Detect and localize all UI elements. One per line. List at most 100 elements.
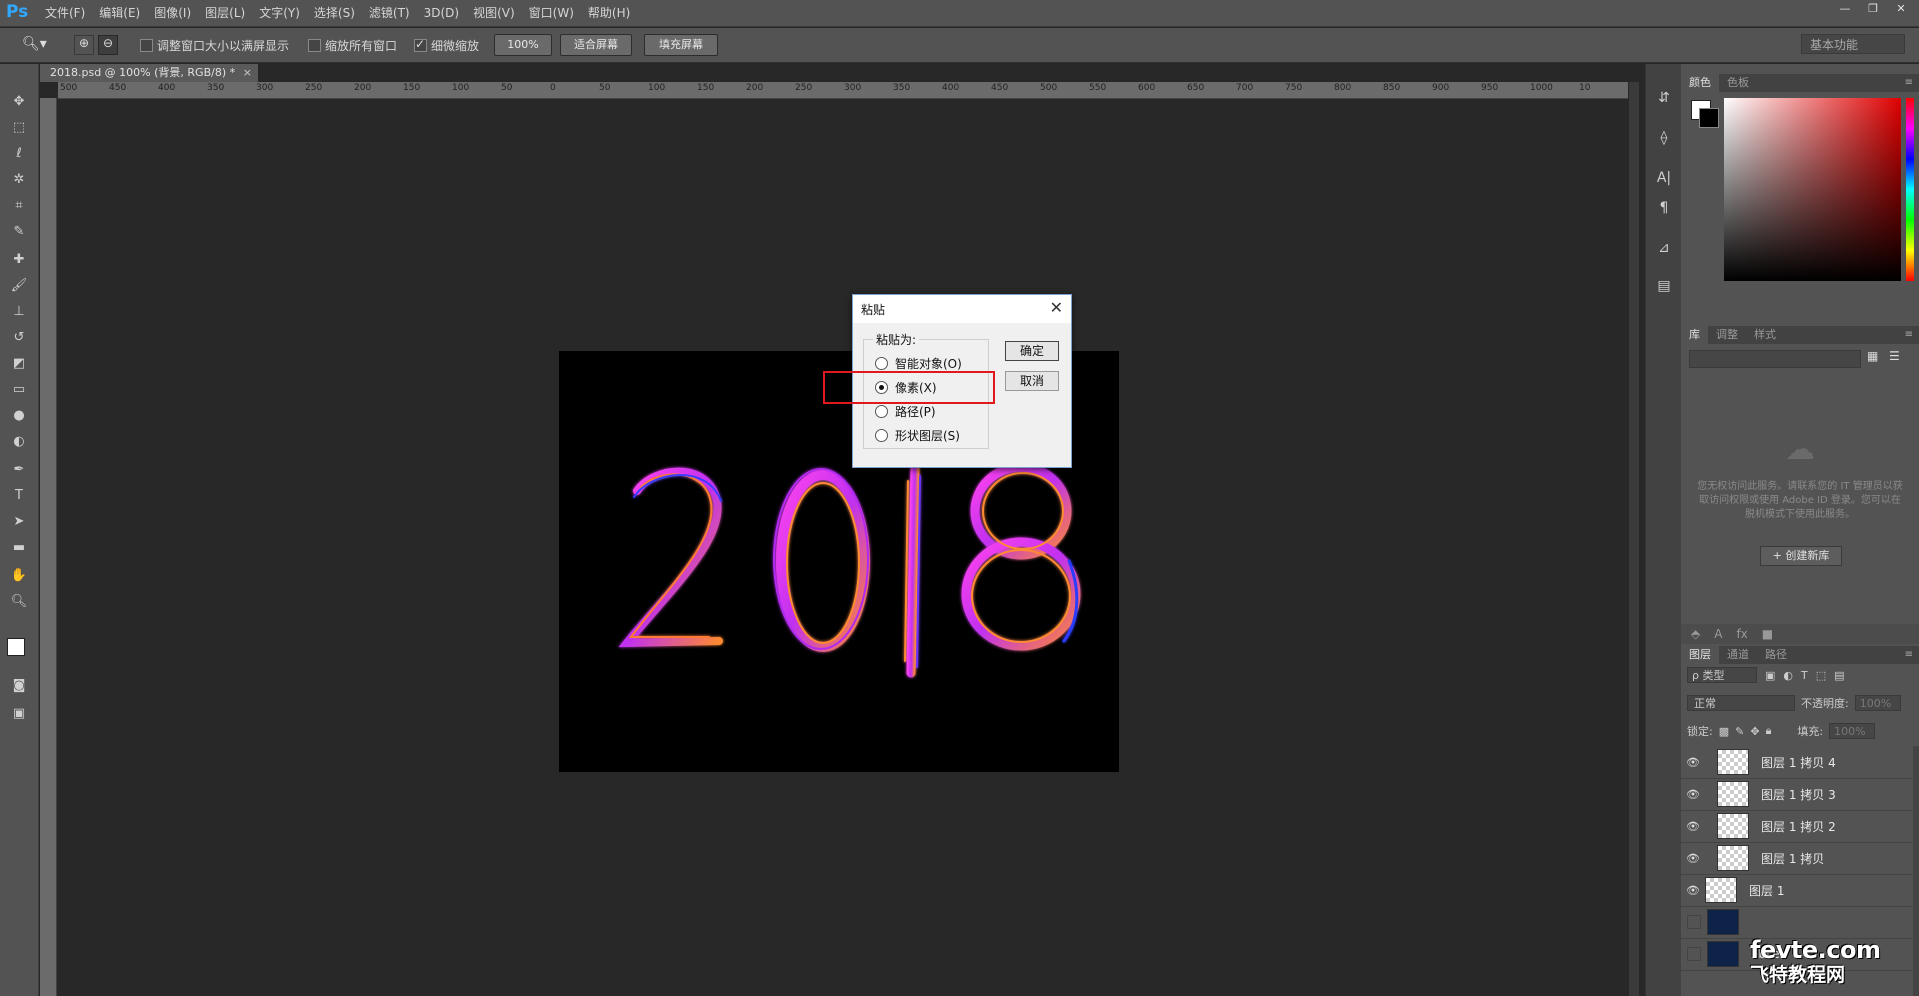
fill-screen-button[interactable]: 填充屏幕 [644, 34, 718, 56]
tab-libraries[interactable]: 库 [1681, 326, 1708, 344]
panel-menu-icon[interactable]: ≡ [1905, 74, 1913, 92]
radio-shape-layer[interactable]: 形状图层(S) [875, 427, 960, 444]
zoom-tool-icon[interactable]: 🔍︎▾ [22, 36, 47, 52]
menu-type[interactable]: 文字(Y) [252, 0, 307, 26]
layers-scrollbar[interactable] [1913, 746, 1919, 996]
history-brush-icon[interactable]: ↺ [9, 328, 29, 348]
radio-smart-object-button[interactable] [875, 357, 888, 370]
vertical-scrollbar[interactable] [1629, 82, 1639, 996]
cancel-button[interactable]: 取消 [1005, 371, 1059, 391]
layers-menu-icon[interactable]: ≡ [1905, 646, 1913, 664]
menu-image[interactable]: 图像(I) [147, 0, 198, 26]
move-tool-icon[interactable]: ✥ [9, 92, 29, 112]
add-color-icon[interactable]: ■ [1762, 627, 1773, 641]
dodge-tool-icon[interactable]: ◐ [9, 432, 29, 452]
paragraph-panel-icon[interactable]: ¶ [1654, 198, 1674, 218]
eyedropper-icon[interactable]: ✎ [9, 222, 29, 242]
brush-tool-icon[interactable]: 🖌︎ [9, 276, 29, 296]
clone-stamp-icon[interactable]: ⊥ [9, 302, 29, 322]
radio-smart-object[interactable]: 智能对象(O) [875, 355, 962, 372]
layer-row[interactable] [1681, 906, 1913, 939]
layer-row[interactable]: 👁︎ 图层 1 拷贝 3 [1681, 778, 1913, 811]
filter-shape-icon[interactable]: ⬚ [1816, 669, 1826, 682]
menu-file[interactable]: 文件(F) [38, 0, 92, 26]
visibility-eye-icon[interactable]: 👁︎ [1681, 788, 1705, 801]
history-panel-icon[interactable]: ⇵ [1654, 88, 1674, 108]
resize-windows-checkbox[interactable] [140, 39, 153, 52]
menu-layer[interactable]: 图层(L) [198, 0, 252, 26]
blend-mode-select[interactable]: 正常 [1687, 695, 1795, 711]
tab-adjustments[interactable]: 调整 [1708, 326, 1746, 344]
zoom-tool-icon[interactable]: 🔍︎ [9, 592, 29, 612]
menu-window[interactable]: 窗口(W) [522, 0, 581, 26]
tab-styles[interactable]: 样式 [1746, 326, 1784, 344]
quick-mask-icon[interactable]: ◙ [9, 676, 29, 696]
tab-channels[interactable]: 通道 [1719, 646, 1757, 664]
list-view-icon[interactable]: ☰ [1889, 349, 1900, 363]
brush-panel-icon[interactable]: ⟠ [1654, 128, 1674, 148]
adjustment-panel-icon[interactable]: ⊿ [1654, 238, 1674, 258]
fill-input[interactable]: 100% [1829, 723, 1876, 739]
healing-brush-icon[interactable]: ✚ [9, 250, 29, 270]
fit-screen-button[interactable]: 适合屏幕 [560, 34, 632, 56]
dialog-close-icon[interactable]: ✕ [1050, 298, 1063, 317]
tab-swatches[interactable]: 色板 [1719, 74, 1757, 92]
pen-tool-icon[interactable]: ✒ [9, 460, 29, 480]
character-panel-icon[interactable]: A| [1654, 168, 1674, 188]
magic-wand-icon[interactable]: ✲ [9, 170, 29, 190]
add-character-style-icon[interactable]: A [1714, 627, 1722, 641]
shape-tool-icon[interactable]: ▬ [9, 538, 29, 558]
filter-type-icon[interactable]: T [1801, 669, 1808, 682]
ok-button[interactable]: 确定 [1005, 341, 1059, 361]
zoom-all-option[interactable]: 缩放所有窗口 [308, 37, 397, 54]
layer-row[interactable]: 👁︎ 图层 1 拷贝 4 [1681, 746, 1913, 779]
radio-path[interactable]: 路径(P) [875, 403, 936, 420]
menu-select[interactable]: 选择(S) [307, 0, 362, 26]
foreground-color-swatch[interactable] [7, 638, 25, 656]
lock-position-icon[interactable]: ✥ [1750, 725, 1759, 738]
screen-mode-icon[interactable]: ▣ [9, 704, 29, 724]
radio-shape-layer-button[interactable] [875, 429, 888, 442]
layer-row[interactable]: 👁︎ 图层 1 拷贝 [1681, 842, 1913, 875]
create-library-button[interactable]: + 创建新库 [1760, 546, 1842, 566]
lock-all-icon[interactable]: 🔒︎ [1766, 724, 1772, 738]
add-layer-style-icon[interactable]: fx [1736, 627, 1747, 641]
type-tool-icon[interactable]: T [9, 486, 29, 506]
blur-tool-icon[interactable]: ● [9, 406, 29, 426]
background-swatch[interactable] [1699, 108, 1719, 128]
grid-view-icon[interactable]: ▦ [1867, 349, 1878, 363]
tab-paths[interactable]: 路径 [1757, 646, 1795, 664]
path-select-icon[interactable]: ➤ [9, 512, 29, 532]
add-graphic-icon[interactable]: ⬘ [1691, 627, 1700, 641]
color-field[interactable] [1724, 98, 1901, 281]
menu-filter[interactable]: 滤镜(T) [362, 0, 417, 26]
restore-icon[interactable]: ❐ [1861, 2, 1885, 16]
zoom-all-checkbox[interactable] [308, 39, 321, 52]
gradient-tool-icon[interactable]: ▭ [9, 380, 29, 400]
hand-tool-icon[interactable]: ✋ [9, 566, 29, 586]
visibility-eye-icon[interactable]: 👁︎ [1681, 820, 1705, 833]
library-menu-icon[interactable]: ≡ [1905, 326, 1913, 344]
radio-path-button[interactable] [875, 405, 888, 418]
eraser-tool-icon[interactable]: ◩ [9, 354, 29, 374]
menu-edit[interactable]: 编辑(E) [92, 0, 147, 26]
layer-row[interactable]: 👁︎ 图层 1 [1681, 874, 1913, 907]
close-icon[interactable]: ✕ [1889, 2, 1913, 16]
menu-3d[interactable]: 3D(D) [417, 0, 466, 26]
lock-transparent-icon[interactable]: ▩ [1719, 725, 1729, 738]
lasso-tool-icon[interactable]: ℓ [9, 144, 29, 164]
visibility-eye-icon[interactable]: 👁︎ [1681, 852, 1705, 865]
scrubby-zoom-checkbox[interactable] [414, 37, 427, 52]
zoom-out-icon[interactable]: ⊖ [98, 35, 118, 55]
menu-view[interactable]: 视图(V) [466, 0, 522, 26]
zoom-100-button[interactable]: 100% [494, 34, 552, 56]
filter-smart-object-icon[interactable]: ▤ [1834, 669, 1844, 682]
hue-slider[interactable] [1906, 98, 1914, 281]
layer-kind-filter[interactable]: ρ 类型 [1687, 667, 1757, 683]
filter-pixel-icon[interactable]: ▣ [1765, 669, 1775, 682]
lock-image-icon[interactable]: ✎ [1735, 725, 1744, 738]
scrubby-zoom-option[interactable]: 细微缩放 [414, 37, 479, 54]
workspace-select[interactable]: 基本功能 [1801, 34, 1905, 54]
marquee-tool-icon[interactable]: ⬚ [9, 118, 29, 138]
visibility-toggle-off[interactable] [1687, 947, 1701, 961]
